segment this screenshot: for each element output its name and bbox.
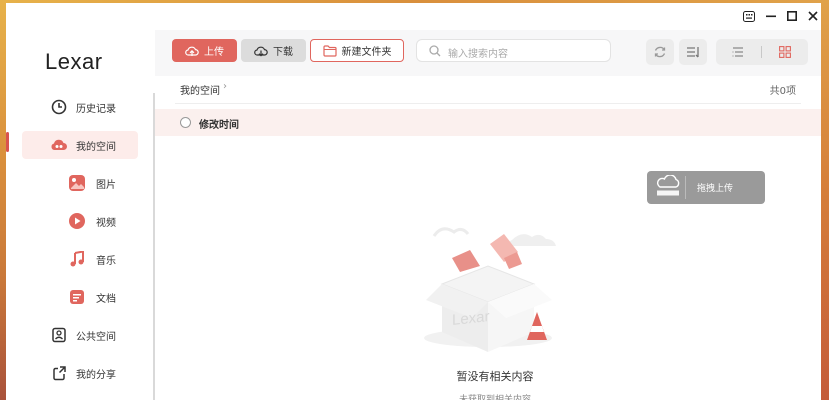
drag-separator xyxy=(685,176,686,199)
download-button[interactable]: 下载 xyxy=(241,39,306,62)
list-view-icon xyxy=(732,47,743,57)
desktop-wallpaper-right xyxy=(821,0,829,400)
sidebar-item-label: 历史记录 xyxy=(76,103,116,115)
search-placeholder: 输入搜索内容 xyxy=(448,49,508,60)
sidebar-item-public-space[interactable]: 公共空间 xyxy=(22,321,138,349)
cloud-upload-icon xyxy=(185,46,199,56)
sidebar-item-videos[interactable]: 视频 xyxy=(22,207,138,235)
sort-icon xyxy=(687,47,699,58)
search-icon xyxy=(429,45,441,57)
refresh-icon xyxy=(654,46,666,58)
sidebar-item-label: 我的空间 xyxy=(76,141,116,153)
view-divider xyxy=(761,46,762,58)
breadcrumb-item[interactable]: 我的空间 xyxy=(180,82,220,97)
folder-icon xyxy=(322,44,337,57)
active-indicator xyxy=(6,132,9,152)
download-label: 下载 xyxy=(273,47,293,58)
maximize-button[interactable] xyxy=(782,7,802,25)
search-input[interactable]: 输入搜索内容 xyxy=(416,39,611,62)
title-bar xyxy=(6,3,821,30)
drag-upload-button[interactable]: 拖拽上传 xyxy=(647,171,765,204)
empty-state-title: 暂没有相关内容 xyxy=(456,370,534,383)
keyboard-icon[interactable] xyxy=(739,7,759,25)
app-window: Lexar 历史记录 我的空间 图片 视频 音乐 文档 公共空间 我的分享 上传… xyxy=(6,3,821,400)
sidebar-item-images[interactable]: 图片 xyxy=(22,169,138,197)
grid-view-icon xyxy=(779,46,791,58)
toolbar: 上传 下载 新建文件夹 输入搜索内容 xyxy=(155,30,821,76)
close-button[interactable] xyxy=(803,7,821,25)
column-header-modified-time[interactable]: 修改时间 xyxy=(199,116,239,131)
public-space-icon xyxy=(49,325,69,345)
sidebar-item-label: 我的分享 xyxy=(76,369,116,381)
chevron-right-icon: › xyxy=(223,81,227,92)
empty-state-subtitle: 未获取到相关内容 xyxy=(458,395,531,400)
document-icon xyxy=(67,287,87,307)
sidebar: Lexar 历史记录 我的空间 图片 视频 音乐 文档 公共空间 我的分享 xyxy=(6,30,153,400)
new-folder-label: 新建文件夹 xyxy=(341,47,392,58)
sidebar-item-label: 图片 xyxy=(96,179,116,191)
lexar-logo: Lexar xyxy=(45,49,103,74)
music-icon xyxy=(67,249,87,269)
list-view-button[interactable] xyxy=(716,39,760,65)
upload-button[interactable]: 上传 xyxy=(172,39,237,62)
item-count: 共0项 xyxy=(769,86,796,97)
select-all-radio[interactable] xyxy=(180,117,191,128)
sort-button[interactable] xyxy=(679,39,707,65)
breadcrumb: 我的空间 › 共0项 xyxy=(175,76,801,104)
sidebar-item-documents[interactable]: 文档 xyxy=(22,283,138,311)
upload-label: 上传 xyxy=(204,47,224,58)
empty-box-illustration: Lexar xyxy=(412,206,570,354)
main-panel: 上传 下载 新建文件夹 输入搜索内容 我的空间 › 共0项 修改时间 拖拽上传 … xyxy=(155,30,821,400)
cloud-download-icon xyxy=(254,46,268,57)
table-header: 修改时间 xyxy=(155,109,821,136)
sidebar-item-label: 公共空间 xyxy=(76,331,116,343)
image-icon xyxy=(67,173,87,193)
view-toggle xyxy=(716,39,808,65)
sidebar-item-label: 音乐 xyxy=(96,255,116,267)
refresh-button[interactable] xyxy=(646,39,674,65)
minimize-button[interactable] xyxy=(761,7,781,25)
grid-view-button[interactable] xyxy=(763,39,807,65)
clock-icon xyxy=(49,97,69,117)
lexar-cloud-icon xyxy=(655,174,681,203)
new-folder-button[interactable]: 新建文件夹 xyxy=(310,39,404,62)
sidebar-item-label: 文档 xyxy=(96,293,116,305)
share-icon xyxy=(49,363,69,383)
video-icon xyxy=(67,211,87,231)
sidebar-item-history[interactable]: 历史记录 xyxy=(22,93,138,121)
sidebar-item-my-shares[interactable]: 我的分享 xyxy=(22,359,138,387)
sidebar-item-my-space[interactable]: 我的空间 xyxy=(22,131,138,159)
cloud-icon xyxy=(49,135,69,155)
sidebar-item-label: 视频 xyxy=(96,217,116,229)
sidebar-item-music[interactable]: 音乐 xyxy=(22,245,138,273)
drag-upload-label: 拖拽上传 xyxy=(697,184,734,194)
